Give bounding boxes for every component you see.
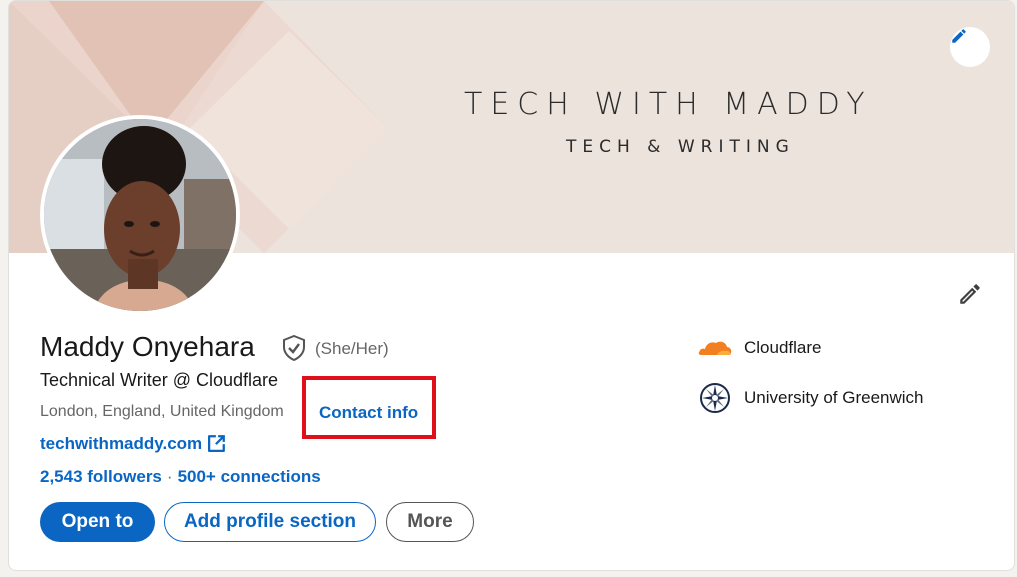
- banner-title: TECH WITH MADDY: [464, 87, 873, 122]
- verification-shield-icon[interactable]: [282, 334, 306, 362]
- edit-banner-button[interactable]: [950, 27, 990, 67]
- website-link[interactable]: techwithmaddy.com: [40, 434, 202, 454]
- contact-info-link[interactable]: Contact info: [319, 403, 418, 423]
- pencil-icon: [952, 29, 966, 43]
- external-link-icon[interactable]: [208, 434, 226, 452]
- profile-location: London, England, United Kingdom: [40, 403, 284, 420]
- profile-card: TECH WITH MADDY TECH & WRITING Maddy Ony…: [8, 0, 1015, 571]
- separator: ·: [166, 467, 173, 486]
- network-stats: 2,543 followers · 500+ connections: [40, 467, 321, 487]
- profile-photo: [44, 119, 236, 311]
- education-school[interactable]: University of Greenwich: [697, 383, 924, 413]
- profile-headline: Technical Writer @ Cloudflare: [40, 370, 279, 390]
- greenwich-logo-icon: [697, 383, 733, 413]
- banner-subtitle: TECH & WRITING: [566, 137, 795, 157]
- edit-intro-button[interactable]: [954, 278, 986, 310]
- cloudflare-logo-icon: [697, 333, 733, 363]
- open-to-button[interactable]: Open to: [40, 502, 155, 542]
- pencil-icon: [960, 284, 980, 304]
- profile-name: Maddy Onyehara: [40, 331, 255, 362]
- connections-link[interactable]: 500+ connections: [178, 467, 321, 486]
- pronouns: (She/Her): [315, 339, 389, 358]
- followers-link[interactable]: 2,543 followers: [40, 467, 162, 486]
- current-company[interactable]: Cloudflare: [697, 333, 822, 363]
- company-name: Cloudflare: [744, 338, 822, 357]
- avatar[interactable]: [40, 115, 240, 315]
- more-button[interactable]: More: [386, 502, 474, 542]
- school-name: University of Greenwich: [744, 388, 924, 407]
- add-profile-section-button[interactable]: Add profile section: [164, 502, 376, 542]
